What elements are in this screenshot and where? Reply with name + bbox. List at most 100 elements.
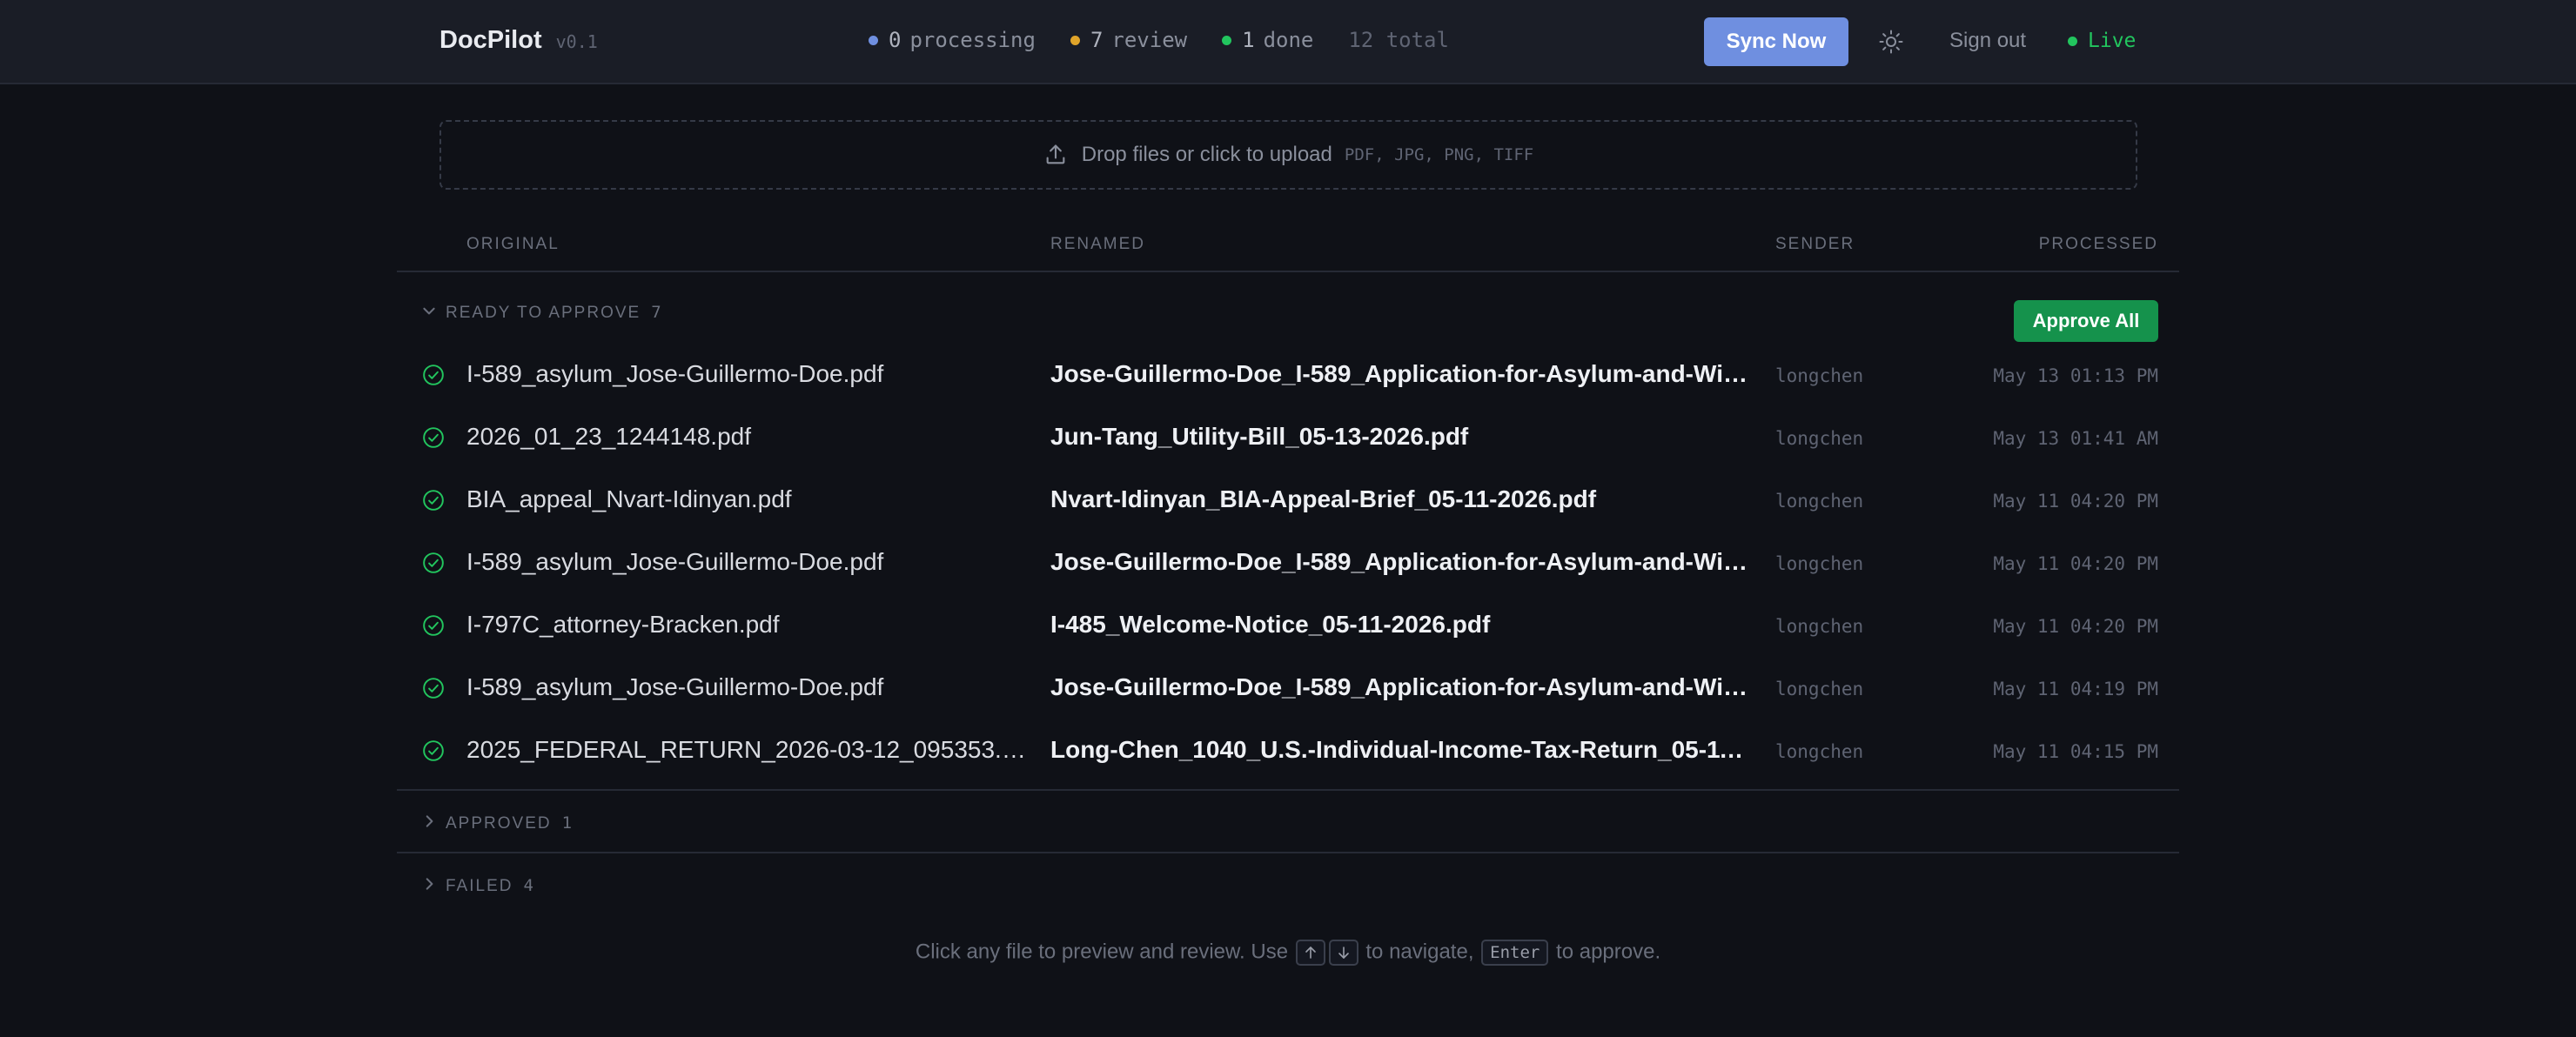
processed-time: May 11 04:15 PM	[1993, 741, 2158, 762]
total-count: 12 total	[1348, 28, 1449, 52]
renamed-filename: Jose-Guillermo-Doe_I-589_Application-for…	[1050, 548, 1755, 575]
check-circle-icon	[423, 615, 444, 636]
processed-time: May 13 01:41 AM	[1993, 428, 2158, 449]
upload-icon	[1046, 144, 1065, 164]
table-row[interactable]: I-589_asylum_Jose-Guillermo-Doe.pdf Jose-…	[397, 656, 2179, 719]
group-failed-count: 4	[523, 876, 535, 895]
original-filename: I-589_asylum_Jose-Guillermo-Doe.pdf	[466, 360, 884, 387]
table-row[interactable]: I-797C_attorney-Bracken.pdf I-485_Welcome…	[397, 593, 2179, 656]
done-dot-icon	[1222, 35, 1232, 45]
done-label: done	[1263, 28, 1314, 52]
renamed-filename: Nvart-Idinyan_BIA-Appeal-Brief_05-11-202…	[1050, 485, 1597, 512]
check-circle-icon	[423, 678, 444, 699]
table-row[interactable]: 2025_FEDERAL_RETURN_2026-03-12_095353.pd…	[397, 719, 2179, 781]
hint-text-3: to approve.	[1556, 940, 1661, 964]
sun-icon[interactable]	[1878, 29, 1904, 55]
renamed-filename: Long-Chen_1040_U.S.-Individual-Income-Ta…	[1050, 736, 1755, 763]
renamed-filename: Jose-Guillermo-Doe_I-589_Application-for…	[1050, 673, 1755, 700]
column-renamed: RENAMED	[1050, 235, 1146, 253]
original-filename: I-589_asylum_Jose-Guillermo-Doe.pdf	[466, 673, 884, 700]
chevron-right-icon	[426, 878, 433, 890]
sign-out-link[interactable]: Sign out	[1949, 29, 2026, 53]
original-filename: BIA_appeal_Nvart-Idinyan.pdf	[466, 485, 792, 512]
table-header: ORIGINAL RENAMED SENDER PROCESSED	[397, 223, 2179, 272]
table-row[interactable]: I-589_asylum_Jose-Guillermo-Doe.pdf Jose-…	[397, 531, 2179, 593]
group-failed-title: FAILED	[446, 877, 513, 895]
original-filename: I-797C_attorney-Bracken.pdf	[466, 611, 780, 638]
upload-file-types: PDF, JPG, PNG, TIFF	[1344, 145, 1534, 164]
sender-name: longchen	[1775, 365, 1864, 386]
upload-label: Drop files or click to upload	[1081, 143, 1332, 166]
hint-text-2: to navigate,	[1365, 940, 1474, 964]
app-version: v0.1	[555, 31, 598, 52]
stat-processing: 0 processing	[869, 28, 1036, 52]
column-original: ORIGINAL	[466, 235, 560, 253]
top-bar: DocPilot v0.1 0 processing 7 review 1 do…	[0, 0, 2576, 84]
brand: DocPilot v0.1	[439, 26, 598, 55]
sender-name: longchen	[1775, 491, 1864, 512]
renamed-filename: I-485_Welcome-Notice_05-11-2026.pdf	[1050, 611, 1491, 638]
group-failed-header[interactable]: FAILED 4	[397, 853, 2179, 916]
check-circle-icon	[423, 365, 444, 385]
chevron-right-icon	[426, 815, 433, 827]
processed-time: May 13 01:13 PM	[1993, 365, 2158, 386]
processed-time: May 11 04:20 PM	[1993, 553, 2158, 574]
check-circle-icon	[423, 427, 444, 448]
hint-text-1: Click any file to preview and review. Us…	[915, 940, 1289, 964]
keyboard-hint: Click any file to preview and review. Us…	[0, 940, 2576, 966]
arrow-up-icon	[1305, 947, 1316, 959]
processed-time: May 11 04:20 PM	[1993, 491, 2158, 512]
sender-name: longchen	[1775, 428, 1864, 449]
group-ready-count: 7	[651, 303, 663, 322]
table-row[interactable]: BIA_appeal_Nvart-Idinyan.pdf Nvart-Idinya…	[397, 468, 2179, 531]
group-ready-label: READY TO APPROVE 7	[446, 303, 663, 323]
renamed-filename: Jose-Guillermo-Doe_I-589_Application-for…	[1050, 360, 1755, 387]
app-name: DocPilot	[439, 26, 542, 54]
column-processed: PROCESSED	[2038, 235, 2158, 253]
group-approved-title: APPROVED	[446, 814, 552, 833]
group-failed-label: FAILED 4	[446, 876, 535, 896]
table-row[interactable]: 2026_01_23_1244148.pdf Jun-Tang_Utility-B…	[397, 405, 2179, 468]
sender-name: longchen	[1775, 741, 1864, 762]
enter-key: Enter	[1481, 940, 1549, 966]
arrow-down-key	[1328, 940, 1358, 966]
check-circle-icon	[423, 490, 444, 511]
review-count: 7	[1090, 28, 1104, 52]
status-summary: 0 processing 7 review 1 done 12 total	[869, 28, 1449, 52]
sender-name: longchen	[1775, 616, 1864, 637]
original-filename: 2026_01_23_1244148.pdf	[466, 423, 752, 450]
original-filename: I-589_asylum_Jose-Guillermo-Doe.pdf	[466, 548, 884, 575]
group-approved-count: 1	[561, 813, 574, 833]
review-label: review	[1111, 28, 1188, 52]
live-label: Live	[2088, 30, 2137, 52]
processing-dot-icon	[869, 35, 878, 45]
upload-dropzone[interactable]: Drop files or click to upload PDF, JPG, …	[439, 120, 2137, 190]
table-row[interactable]: I-589_asylum_Jose-Guillermo-Doe.pdf Jose-…	[397, 343, 2179, 405]
sender-name: longchen	[1775, 679, 1864, 699]
processed-time: May 11 04:20 PM	[1993, 616, 2158, 637]
done-count: 1	[1242, 28, 1255, 52]
chevron-down-icon	[423, 307, 435, 315]
arrow-down-icon	[1338, 947, 1349, 959]
live-indicator: Live	[2068, 30, 2136, 52]
sync-now-button[interactable]: Sync Now	[1704, 17, 1848, 66]
review-dot-icon	[1070, 35, 1080, 45]
group-approved-header[interactable]: APPROVED 1	[397, 791, 2179, 853]
live-dot-icon	[2068, 36, 2077, 46]
check-circle-icon	[423, 740, 444, 761]
check-circle-icon	[423, 552, 444, 573]
group-ready-header[interactable]: READY TO APPROVE 7 Approve All	[397, 280, 2179, 343]
renamed-filename: Jun-Tang_Utility-Bill_05-13-2026.pdf	[1050, 423, 1469, 450]
arrow-up-key	[1295, 940, 1325, 966]
stat-review: 7 review	[1070, 28, 1187, 52]
column-sender: SENDER	[1775, 235, 1855, 253]
stat-done: 1 done	[1222, 28, 1313, 52]
processed-time: May 11 04:19 PM	[1993, 679, 2158, 699]
processing-count: 0	[889, 28, 902, 52]
approve-all-button[interactable]: Approve All	[2014, 300, 2158, 342]
group-approved-label: APPROVED 1	[446, 813, 574, 833]
original-filename: 2025_FEDERAL_RETURN_2026-03-12_095353.pd…	[466, 736, 1032, 763]
group-ready-title: READY TO APPROVE	[446, 304, 641, 322]
sender-name: longchen	[1775, 553, 1864, 574]
processing-label: processing	[909, 28, 1036, 52]
